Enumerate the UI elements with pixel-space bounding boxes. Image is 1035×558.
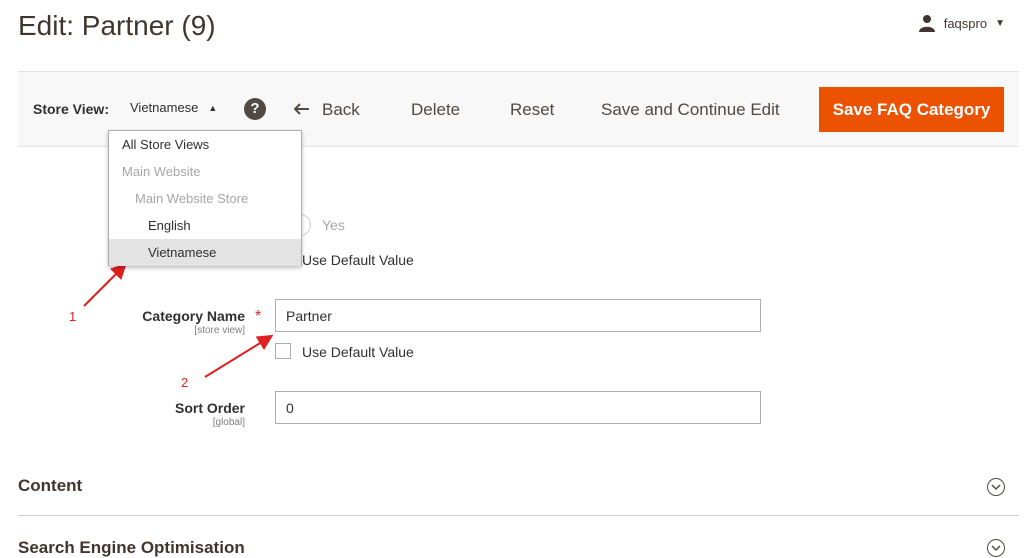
store-view-dropdown: All Store Views Main Website Main Websit… (108, 130, 302, 266)
section-title: Search Engine Optimisation (18, 538, 245, 557)
help-icon[interactable]: ? (244, 98, 266, 120)
dropdown-item-english[interactable]: English (109, 212, 301, 239)
back-label: Back (322, 100, 360, 119)
dropdown-group-main-website: Main Website (122, 164, 201, 179)
save-and-continue-button[interactable]: Save and Continue Edit (601, 100, 780, 120)
category-name-input[interactable] (275, 299, 761, 332)
enable-yes-label: Yes (322, 217, 345, 233)
section-title: Content (18, 476, 83, 495)
delete-button[interactable]: Delete (411, 100, 460, 120)
store-view-value: Vietnamese (130, 100, 199, 115)
caret-up-icon: ▲ (208, 102, 218, 113)
dropdown-item-vietnamese[interactable]: Vietnamese (109, 239, 301, 266)
store-view-label: Store View: (33, 101, 109, 117)
category-name-scope: [store view] (194, 325, 245, 336)
annotation-arrow-2 (204, 334, 274, 378)
annotation-number-1: 1 (69, 309, 77, 324)
use-default-label: Use Default Value (302, 344, 414, 360)
user-icon (918, 14, 936, 32)
user-name: faqspro (943, 15, 988, 31)
sort-order-label: Sort Order (174, 400, 245, 416)
reset-button[interactable]: Reset (510, 100, 554, 120)
save-category-button[interactable]: Save FAQ Category (819, 87, 1004, 132)
back-button[interactable]: Back (293, 100, 360, 120)
section-content[interactable]: Content (18, 456, 1019, 516)
annotation-number-2: 2 (181, 375, 189, 390)
sort-order-input[interactable] (275, 391, 761, 424)
dropdown-item-all-store-views[interactable]: All Store Views (109, 131, 301, 158)
required-marker: * (255, 308, 262, 325)
sort-order-scope: [global] (212, 417, 245, 428)
page-title: Edit: Partner (9) (18, 10, 216, 41)
category-name-label: Category Name (142, 308, 245, 324)
arrow-left-icon (293, 100, 310, 120)
chevron-down-icon (987, 539, 1005, 557)
chevron-down-icon (987, 478, 1005, 496)
store-view-switcher[interactable]: Vietnamese ▲ (130, 100, 217, 115)
use-default-label: Use Default Value (302, 252, 414, 268)
dropdown-group-main-website-store: Main Website Store (135, 191, 249, 206)
use-default-checkbox[interactable] (275, 343, 291, 359)
section-seo[interactable]: Search Engine Optimisation (18, 517, 1019, 557)
user-menu[interactable]: faqspro ▼ (918, 14, 1005, 32)
annotation-arrow-1 (83, 263, 127, 307)
caret-down-icon: ▼ (995, 17, 1005, 29)
